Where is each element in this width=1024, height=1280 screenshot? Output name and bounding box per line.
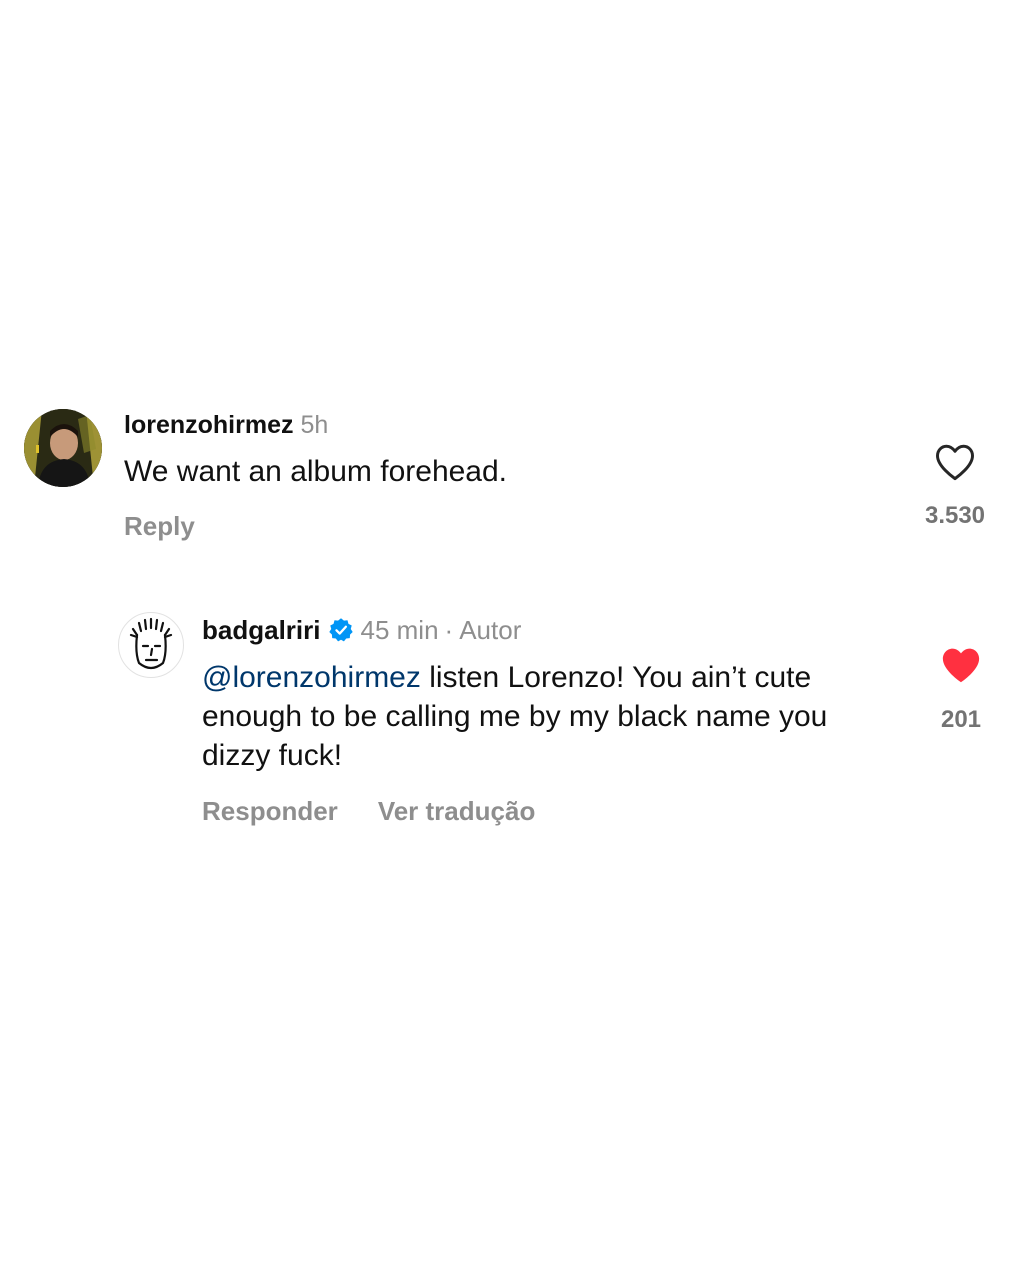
timestamp: 5h <box>300 411 329 439</box>
avatar[interactable] <box>118 612 184 678</box>
profile-photo-icon <box>24 409 102 487</box>
comment-text: We want an album forehead. <box>124 455 508 488</box>
meta-separator: · <box>444 615 454 645</box>
username[interactable]: lorenzohirmez <box>124 411 293 439</box>
reply-button[interactable]: Reply <box>124 509 195 543</box>
username[interactable]: badgalriri <box>202 613 320 647</box>
reply-button[interactable]: Responder <box>202 796 338 826</box>
comment-header: lorenzohirmez 5h <box>124 408 328 442</box>
see-translation-button[interactable]: Ver tradução <box>378 796 536 826</box>
comment-actions: Responder Ver tradução <box>202 794 535 828</box>
comments-thread: lorenzohirmez 5h We want an album forehe… <box>0 0 1024 1280</box>
like-count: 201 <box>940 706 982 733</box>
author-label: Autor <box>459 615 522 645</box>
comment-header: badgalriri 45 min · Autor <box>202 613 521 647</box>
mention-link[interactable]: @lorenzohirmez <box>202 661 421 694</box>
comment-text: @lorenzohirmez listen Lorenzo! You ain’t… <box>202 658 902 775</box>
heart-filled-icon[interactable] <box>940 646 982 684</box>
avatar[interactable] <box>24 409 102 487</box>
like-count: 3.530 <box>924 502 986 529</box>
heart-outline-icon[interactable] <box>934 442 976 482</box>
verified-badge-icon <box>328 617 354 643</box>
timestamp: 45 min <box>360 615 439 645</box>
doodle-face-icon <box>129 617 173 670</box>
